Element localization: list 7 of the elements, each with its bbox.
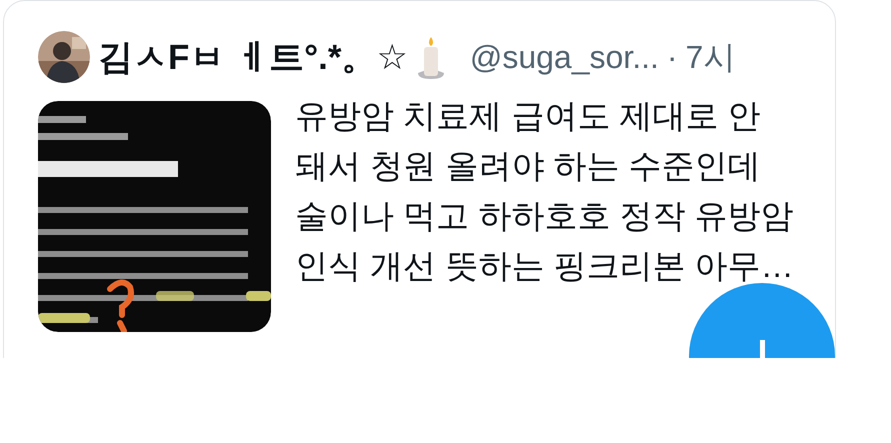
- user-handle[interactable]: @suga_sor...: [470, 41, 659, 73]
- tweet-text: 유방암 치료제 급여도 제대로 안 돼서 청원 올려야 하는 수준인데 술이나 먹고 하하호호 정작 유방암 인식 개선 뜻하는 핑크리본 아무…: [295, 96, 794, 286]
- separator-dot: ·: [666, 41, 678, 73]
- post-time[interactable]: 7시: [686, 41, 736, 73]
- avatar[interactable]: [38, 31, 90, 83]
- candle-icon: [416, 35, 446, 79]
- author-name[interactable]: 김ㅅFㅂ ㅔ트°.*。☆: [98, 40, 408, 74]
